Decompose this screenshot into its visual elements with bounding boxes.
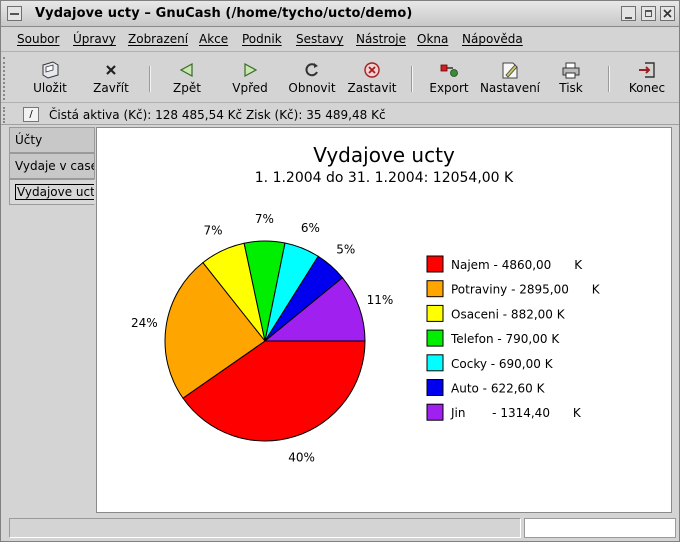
menu-nastroje[interactable]: Nástroje: [356, 32, 406, 46]
close-button[interactable]: Zavřít: [87, 56, 135, 101]
legend-swatch-auto: [426, 379, 444, 396]
save-button[interactable]: Uložit: [23, 56, 77, 101]
legend-entry-auto: Auto - 622,60 K: [451, 382, 546, 396]
summary-toggle-icon[interactable]: /: [23, 107, 39, 122]
options-label: Nastavení: [479, 81, 541, 95]
toolbar-separator: [411, 66, 413, 92]
legend-entry-potraviny: Potraviny - 2895,00 K: [451, 283, 601, 297]
legend-swatch-jin: [426, 403, 444, 421]
stop-label: Zastavit: [347, 81, 397, 95]
toolbar-separator: [149, 66, 151, 92]
window-menu-icon: [10, 13, 19, 15]
menu-zobrazeni[interactable]: Zobrazení: [128, 32, 188, 46]
back-button[interactable]: Zpět: [161, 56, 213, 101]
pie-percent-label: 40%: [288, 450, 315, 464]
status-message-field: [9, 518, 521, 538]
menu-akce[interactable]: Akce: [199, 32, 228, 46]
menu-okna[interactable]: Okna: [417, 32, 448, 46]
legend-entry-jin: Jin - 1314,40 K: [450, 406, 582, 420]
close-window-button[interactable]: [660, 6, 675, 21]
summary-text: Čistá aktiva (Kč): 128 485,54 Kč Zisk (K…: [49, 108, 386, 122]
legend-swatch-potraviny: [426, 280, 444, 298]
menu-napoveda[interactable]: Nápověda: [462, 32, 523, 46]
print-button[interactable]: Tisk: [549, 56, 593, 101]
menu-bar: Soubor Úpravy Zobrazení Akce Podnik Sest…: [1, 28, 679, 52]
reload-button[interactable]: Obnovit: [285, 56, 339, 101]
options-button[interactable]: Nastavení: [479, 56, 541, 101]
reload-label: Obnovit: [288, 81, 336, 95]
toolbar: Uložit Zavřít Zpět Vpřed Obnovit Zastavi…: [1, 54, 679, 103]
tab-ucty[interactable]: Účty: [9, 127, 95, 153]
maximize-icon: [645, 10, 652, 17]
close-label: Zavřít: [93, 81, 129, 95]
legend-entry-najem: Najem - 4860,00 K: [451, 258, 583, 272]
minimize-button[interactable]: [621, 6, 636, 21]
export-icon: [440, 64, 458, 77]
legend-entry-telefon: Telefon - 790,00 K: [450, 332, 560, 346]
arrow-left-icon: [179, 62, 193, 78]
tab-vydajove-ucty-label: Vydajove ucty: [15, 184, 94, 200]
legend-swatch-osaceni: [426, 304, 444, 322]
minimize-icon: [625, 17, 632, 19]
gnucash-window: Vydajove ucty – GnuCash (/home/tycho/uct…: [0, 0, 680, 542]
stop-icon: [364, 62, 380, 78]
maximize-button[interactable]: [641, 6, 656, 21]
legend-entry-osaceni: Osaceni - 882,00 K: [451, 307, 566, 321]
print-label: Tisk: [559, 81, 583, 95]
legend-swatch-najem: [426, 255, 444, 273]
status-bar: [1, 515, 679, 541]
legend-swatch-telefon: [426, 329, 444, 347]
forward-button[interactable]: Vpřed: [223, 56, 277, 101]
reload-icon: [305, 63, 318, 77]
menu-upravy[interactable]: Úpravy: [73, 32, 116, 46]
tab-ucty-label: Účty: [15, 133, 43, 147]
exit-door-icon: [639, 62, 655, 78]
save-label: Uložit: [33, 81, 67, 95]
options-pencil-icon: [502, 62, 518, 79]
quit-button[interactable]: Konec: [623, 56, 671, 101]
close-x-icon: [106, 65, 116, 75]
pie-percent-label: 7%: [255, 212, 274, 226]
forward-label: Vpřed: [232, 81, 268, 95]
pie-percent-label: 7%: [203, 224, 222, 238]
legend-entry-cocky: Cocky - 690,00 K: [451, 357, 554, 371]
title-bar[interactable]: Vydajove ucty – GnuCash (/home/tycho/uct…: [1, 1, 679, 27]
summary-bar: / Čistá aktiva (Kč): 128 485,54 Kč Zisk …: [1, 105, 679, 125]
tab-vydajove-ucty[interactable]: Vydajove ucty: [9, 179, 95, 205]
status-progress-field: [524, 518, 676, 538]
arrow-right-icon: [244, 62, 258, 78]
save-icon: [42, 61, 59, 79]
menu-soubor[interactable]: Soubor: [17, 32, 59, 46]
pie-percent-label: 24%: [131, 316, 158, 330]
quit-label: Konec: [628, 81, 666, 95]
back-label: Zpět: [173, 81, 201, 95]
menu-podnik[interactable]: Podnik: [242, 32, 282, 46]
legend-swatch-cocky: [426, 354, 444, 372]
tab-vydaje-v-case[interactable]: Vydaje v case: [9, 153, 95, 179]
export-button[interactable]: Export: [423, 56, 475, 101]
summary-grip[interactable]: [3, 107, 13, 123]
stop-button[interactable]: Zastavit: [345, 56, 399, 101]
printer-icon: [562, 62, 580, 79]
tab-vydaje-v-case-label: Vydaje v case: [15, 159, 95, 173]
pie-chart: 40% 24% 7% 7% 6% 5% 11% Najem - 4860,00 K Potrav…: [131, 212, 601, 464]
window-title: Vydajove ucty – GnuCash (/home/tycho/uct…: [35, 6, 413, 21]
pie-percent-label: 6%: [301, 221, 320, 235]
toolbar-separator: [608, 66, 610, 92]
menu-sestavy[interactable]: Sestavy: [296, 32, 344, 46]
pie-percent-label: 11%: [367, 293, 394, 307]
close-icon: [663, 9, 672, 18]
window-menu-button[interactable]: [7, 6, 22, 21]
pie-percent-label: 5%: [336, 243, 355, 257]
toolbar-grip[interactable]: [3, 57, 13, 100]
export-label: Export: [429, 81, 469, 95]
report-content: Vydajove ucty 1. 1.2004 do 31. 1.2004: 1…: [96, 127, 672, 513]
